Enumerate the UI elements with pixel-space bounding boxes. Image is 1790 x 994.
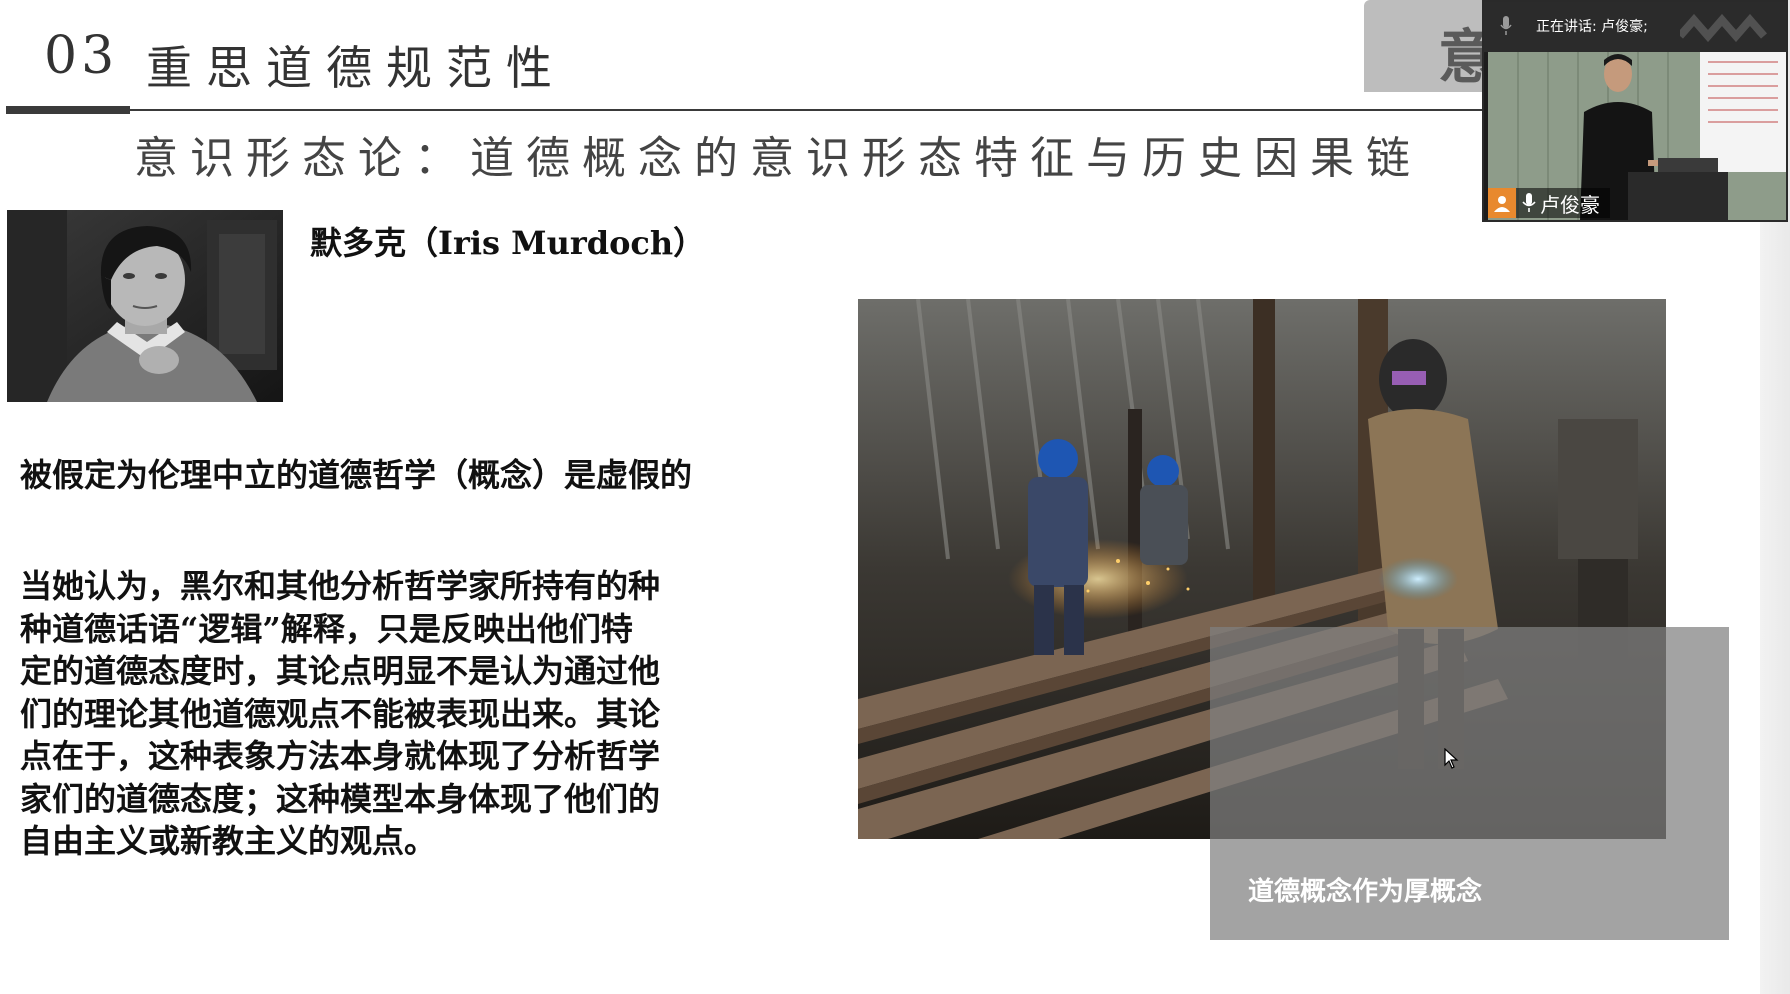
speaking-indicator: 正在讲话: 卢俊豪;	[1536, 19, 1648, 35]
section-number: 03	[44, 26, 119, 86]
caption-box: 道德概念作为厚概念	[1210, 627, 1729, 940]
body-paragraph: 当她认为，黑尔和其他分析哲学家所持有的种 种道德话语“逻辑”解释，只是反映出他们…	[20, 565, 740, 863]
thesis-statement: 被假定为伦理中立的道德哲学（概念）是虚假的	[20, 456, 693, 494]
participant-name: 卢俊豪	[1540, 192, 1600, 217]
paragraph-line: 种道德话语“逻辑”解释，只是反映出他们特	[20, 609, 633, 648]
portrait-image	[7, 210, 283, 402]
header-rule-thin	[130, 109, 1500, 111]
paragraph-line: 家们的道德态度；这种模型本身体现了他们的	[20, 779, 661, 818]
header-rule-thick	[6, 106, 130, 114]
section-title: 重思道德规范性	[146, 41, 566, 95]
microphone-icon	[1500, 16, 1512, 35]
slide-subtitle: 意识形态论：道德概念的意识形态特征与历史因果链	[134, 133, 1422, 184]
mouse-cursor-icon	[1444, 748, 1459, 769]
person-icon	[1494, 196, 1510, 212]
paragraph-line: 当她认为，黑尔和其他分析哲学家所持有的种	[20, 567, 661, 605]
blurred-signal-icon	[1680, 14, 1768, 42]
caption-text: 道德概念作为厚概念	[1248, 877, 1483, 907]
paragraph-line: 自由主义或新教主义的观点。	[20, 822, 437, 860]
person-avatar-icon	[1488, 188, 1516, 218]
paragraph-line: 定的道德态度时，其论点明显不是认为通过他	[20, 652, 661, 690]
paragraph-line: 点在于，这种表象方法本身就体现了分析哲学	[20, 737, 661, 775]
author-name: 默多克（Iris Murdoch）	[310, 224, 706, 262]
video-title-bar: 正在讲话: 卢俊豪;	[1484, 2, 1786, 52]
participant-name-tag: 卢俊豪	[1488, 188, 1610, 218]
speaker-video-window[interactable]: 正在讲话: 卢俊豪; 卢俊豪	[1482, 0, 1788, 222]
mic-icon	[1522, 193, 1536, 212]
paragraph-line: 们的理论其他道德观点不能被表现出来。其论	[20, 694, 661, 733]
portrait-photo	[7, 210, 283, 402]
